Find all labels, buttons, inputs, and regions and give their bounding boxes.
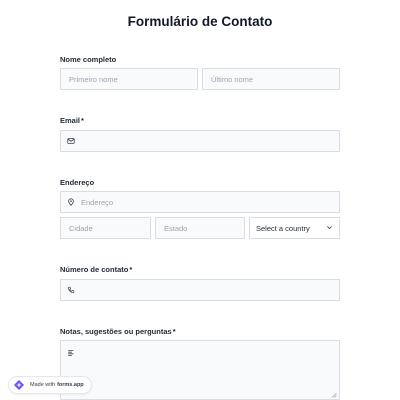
last-name-input[interactable]: Último nome <box>202 68 340 90</box>
page-title: Formulário de Contato <box>127 14 273 29</box>
state-input[interactable]: Estado <box>155 217 245 239</box>
phone-icon <box>67 286 75 294</box>
country-select-value: Select a country <box>256 223 310 233</box>
first-name-placeholder: Primeiro nome <box>69 74 118 84</box>
chevron-down-icon <box>326 224 333 233</box>
map-pin-icon <box>67 198 75 206</box>
street-address-input[interactable]: Endereço <box>60 191 340 213</box>
email-required-mark: * <box>81 116 84 125</box>
address-label-text: Endereço <box>60 178 95 187</box>
country-select[interactable]: Select a country <box>249 217 340 239</box>
first-name-input[interactable]: Primeiro nome <box>60 68 198 90</box>
full-name-label-text: Nome completo <box>60 55 117 64</box>
envelope-icon <box>67 137 75 145</box>
notes-label: Notas, sugestões ou perguntas* <box>60 327 176 336</box>
badge-brand: forms.app <box>57 382 84 388</box>
notes-required-mark: * <box>172 327 176 336</box>
street-address-placeholder: Endereço <box>81 197 114 207</box>
phone-input[interactable] <box>60 279 340 301</box>
state-placeholder: Estado <box>164 223 188 233</box>
phone-required-mark: * <box>129 265 133 274</box>
full-name-label: Nome completo <box>60 55 116 64</box>
notes-label-text: Notas, sugestões ou perguntas <box>60 327 172 336</box>
text-align-icon <box>67 349 75 357</box>
email-input[interactable] <box>60 130 340 152</box>
badge-prefix: Made with <box>30 382 56 388</box>
phone-label-text: Número de contato <box>60 265 129 274</box>
email-label-text: Email <box>60 116 81 125</box>
phone-label: Número de contato* <box>60 265 132 274</box>
address-label: Endereço <box>60 178 94 187</box>
last-name-placeholder: Último nome <box>211 74 254 84</box>
city-placeholder: Cidade <box>69 223 93 233</box>
made-with-badge[interactable]: Made with forms.app <box>8 376 92 394</box>
forms-app-logo-icon <box>13 379 25 391</box>
email-label: Email* <box>60 116 84 125</box>
notes-textarea[interactable] <box>60 340 340 400</box>
city-input[interactable]: Cidade <box>60 217 151 239</box>
resize-handle-icon[interactable] <box>331 391 337 398</box>
